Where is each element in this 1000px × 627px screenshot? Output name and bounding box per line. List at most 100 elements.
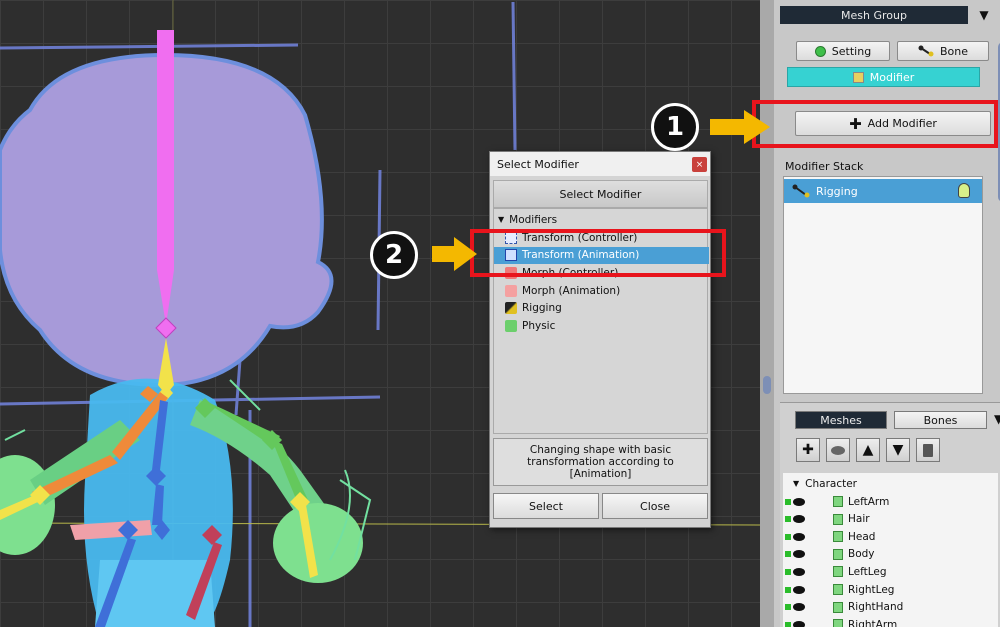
mesh-group-dropdown[interactable]: Mesh Group: [780, 6, 968, 24]
eye-icon[interactable]: [793, 603, 805, 612]
mesh-icon: [833, 601, 843, 613]
triangle-up-icon: ▲: [862, 442, 874, 458]
close-glyph: ×: [695, 159, 704, 170]
hierarchy-item[interactable]: Hair: [783, 511, 870, 528]
arrow-right-icon: [710, 110, 770, 144]
hierarchy-item-label: RightLeg: [848, 583, 895, 596]
meshes-tab-label: Meshes: [820, 413, 862, 427]
modifier-stack-list: Rigging: [783, 176, 983, 394]
expand-triangle-icon: ▼: [498, 215, 505, 224]
visibility-dot-icon[interactable]: [785, 516, 791, 523]
modifier-item[interactable]: Morph (Animation): [494, 282, 709, 299]
modifier-item[interactable]: Physic: [494, 318, 709, 335]
callout-2: 2: [370, 231, 418, 279]
bones-tab-label: Bones: [923, 413, 958, 427]
eye-icon[interactable]: [793, 567, 805, 576]
setting-button[interactable]: Setting: [796, 41, 890, 61]
visibility-dot-icon[interactable]: [785, 568, 791, 575]
eye-icon[interactable]: [793, 515, 805, 524]
trash-icon: [923, 443, 933, 457]
visibility-dot-icon[interactable]: [785, 586, 791, 593]
eye-icon[interactable]: [793, 497, 805, 506]
modifier-item-label: Physic: [522, 320, 556, 332]
properties-panel: Mesh Group ▼ Setting Bone Modifier ✚ Add…: [760, 0, 1000, 627]
rigging-icon: [792, 184, 810, 198]
mesh-icon: [833, 584, 843, 595]
callout-number: 1: [665, 112, 685, 142]
select-button-label: Select: [529, 499, 563, 513]
close-icon[interactable]: ×: [692, 157, 707, 172]
move-up-button[interactable]: ▲: [856, 438, 880, 462]
modifier-label: Modifier: [869, 70, 915, 84]
mesh-icon: [833, 531, 843, 543]
tab-meshes[interactable]: Meshes: [795, 411, 887, 429]
visibility-dot-icon[interactable]: [785, 551, 791, 558]
tab-bones[interactable]: Bones: [894, 411, 987, 429]
mesh-group-label: Mesh Group: [841, 8, 907, 22]
highlight-add-modifier: [752, 100, 998, 148]
rigging-icon: [505, 302, 517, 315]
setting-label: Setting: [831, 44, 872, 58]
dialog-titlebar[interactable]: Select Modifier ×: [490, 152, 710, 176]
close-button[interactable]: Close: [602, 493, 708, 519]
chevron-down-icon[interactable]: ▼: [974, 6, 994, 24]
eye-icon[interactable]: [793, 585, 805, 594]
select-button[interactable]: Select: [493, 493, 599, 519]
layer-icon: [831, 445, 845, 455]
hierarchy-item-label: LeftLeg: [848, 565, 887, 578]
modifier-tab[interactable]: Modifier: [787, 67, 980, 87]
hierarchy-item[interactable]: Body: [783, 546, 875, 563]
hierarchy-item[interactable]: RightArm: [783, 616, 897, 627]
highlight-transform-animation: [470, 229, 726, 277]
add-mesh-button[interactable]: ✚: [796, 438, 820, 462]
setting-icon: [814, 45, 826, 57]
left-scrollbar[interactable]: [763, 376, 771, 394]
visibility-dot-icon[interactable]: [785, 533, 791, 540]
hierarchy-item[interactable]: RightLeg: [783, 581, 894, 598]
mesh-hierarchy: ▼ Character LeftArm Hair Head Body LeftLeg Ri…: [783, 473, 998, 627]
dialog-header: Select Modifier: [493, 180, 708, 208]
callout-1: 1: [651, 103, 699, 151]
close-button-label: Close: [640, 499, 670, 513]
morph-animation-icon: [505, 284, 517, 297]
arrow-right-icon: [432, 237, 477, 271]
mesh-icon: [833, 619, 843, 627]
mesh-icon: [833, 496, 843, 507]
modifier-icon: [852, 71, 864, 83]
eye-icon[interactable]: [793, 532, 805, 541]
modifiers-group[interactable]: ▼ Modifiers: [494, 211, 709, 228]
modifier-stack-label: Modifier Stack: [785, 160, 864, 173]
hierarchy-item[interactable]: LeftLeg: [783, 563, 887, 580]
delete-button[interactable]: [916, 438, 940, 462]
hierarchy-item[interactable]: RightHand: [783, 599, 903, 616]
hierarchy-root-label: Character: [805, 477, 857, 490]
dialog-header-label: Select Modifier: [559, 187, 642, 201]
lightbulb-icon[interactable]: [958, 183, 970, 198]
triangle-down-icon: ▼: [892, 442, 904, 458]
eye-icon[interactable]: [793, 620, 805, 627]
move-down-button[interactable]: ▼: [886, 438, 910, 462]
visibility-dot-icon[interactable]: [785, 621, 791, 627]
physic-icon: [505, 320, 517, 332]
modifier-item-label: Rigging: [522, 302, 562, 315]
eye-icon[interactable]: [793, 550, 805, 559]
chevron-down-icon[interactable]: ▼: [994, 412, 1000, 426]
hierarchy-item-label: Body: [848, 548, 875, 561]
callout-number: 2: [384, 240, 404, 270]
visibility-dot-icon[interactable]: [785, 498, 791, 505]
hierarchy-item[interactable]: Head: [783, 528, 875, 545]
hierarchy-item-label: RightHand: [848, 601, 904, 614]
mesh-layer-button[interactable]: [826, 438, 850, 462]
modifier-item[interactable]: Rigging: [494, 300, 709, 317]
description-text: Changing shape with basic transformation…: [527, 444, 674, 480]
bone-icon: [918, 45, 934, 57]
expand-triangle-icon: ▼: [793, 479, 800, 488]
modifiers-group-label: Modifiers: [509, 213, 558, 226]
bone-button[interactable]: Bone: [897, 41, 989, 61]
stack-item-rigging[interactable]: Rigging: [784, 179, 982, 203]
hierarchy-item[interactable]: LeftArm: [783, 493, 889, 510]
visibility-dot-icon[interactable]: [785, 604, 791, 611]
hierarchy-item-label: Hair: [848, 513, 870, 526]
mesh-icon: [833, 566, 843, 578]
hierarchy-root[interactable]: ▼ Character: [793, 475, 857, 492]
